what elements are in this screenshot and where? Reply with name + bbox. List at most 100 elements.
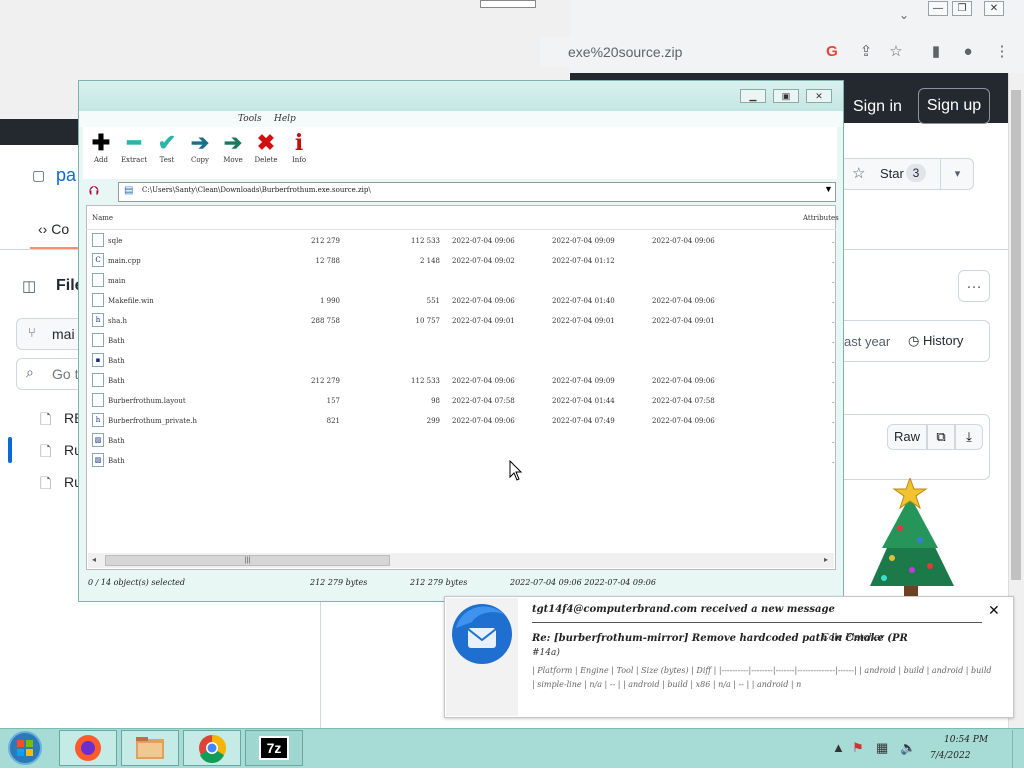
show-hidden-icons-icon[interactable]: ▲ <box>832 740 845 755</box>
picture-file-icon: ▨ <box>92 453 104 467</box>
sidebar-icon[interactable]: ▮ <box>926 42 946 62</box>
attributes-value: . <box>832 337 835 345</box>
menu-icon[interactable]: ⋮ <box>992 42 1012 62</box>
created-date: 2022-07-04 09:09 <box>552 237 615 245</box>
star-bookmark-icon[interactable]: ☆ <box>886 42 906 62</box>
browser-close-button[interactable]: ✕ <box>984 1 1004 16</box>
extract-button[interactable]: ━ Extract <box>119 130 149 164</box>
move-button[interactable]: ➔ Move <box>218 130 248 164</box>
file-row[interactable]: main. <box>90 271 834 291</box>
tab-code[interactable]: ‹› Co <box>38 221 69 237</box>
column-header-attributes[interactable]: Attributes <box>803 214 839 222</box>
attributes-value: . <box>832 357 835 365</box>
notification-close-icon[interactable]: ✕ <box>988 602 1000 619</box>
sevenzip-close-button[interactable]: ✕ <box>806 89 832 103</box>
notification-author: Cole Fletcher <box>822 633 884 643</box>
accessed-date: 2022-07-04 09:01 <box>652 317 715 325</box>
file-row[interactable]: Burberfrothum.layout 157 98 2022-07-04 07:5… <box>90 391 834 411</box>
tab-search-chevron-icon[interactable]: ⌄ <box>897 8 911 22</box>
delete-button[interactable]: ✖ Delete <box>251 130 281 164</box>
column-header-name[interactable]: Name <box>92 214 113 222</box>
created-date: 2022-07-04 01:12 <box>552 257 615 265</box>
accessed-date: 2022-07-04 09:06 <box>652 237 715 245</box>
file-row[interactable]: Cmain.cpp 12 788 2 148 2022-07-04 09:02 2022… <box>90 251 834 271</box>
picture-file-icon: ▨ <box>92 433 104 447</box>
google-icon[interactable]: G <box>822 42 842 62</box>
7zip-icon: 7z <box>259 736 289 760</box>
go-to-file-placeholder: Go t <box>52 366 79 382</box>
sign-in-link[interactable]: Sign in <box>853 98 902 116</box>
share-icon[interactable]: ⇪ <box>856 42 876 62</box>
browser-restore-button[interactable]: ❐ <box>952 1 972 16</box>
start-button[interactable] <box>6 730 44 766</box>
info-button[interactable]: i Info <box>284 130 314 164</box>
sevenzip-maximize-button[interactable]: ▣ <box>773 89 799 103</box>
file-name: Makefile.win <box>108 297 154 305</box>
taskbar-7zip[interactable]: 7z <box>245 730 303 766</box>
page-scroll-thumb[interactable] <box>1011 90 1021 580</box>
taskbar-firefox[interactable] <box>59 730 117 766</box>
file-row[interactable]: ▪ Bath. <box>90 351 834 371</box>
address-text: exe%20source.zip <box>568 44 683 60</box>
modified-date: 2022-07-04 09:02 <box>452 257 515 265</box>
path-dropdown-icon[interactable]: ▼ <box>824 184 833 194</box>
modified-date: 2022-07-04 09:06 <box>452 237 515 245</box>
modified-date: 2022-07-04 09:01 <box>452 317 515 325</box>
browser-minimize-button[interactable]: — <box>928 1 948 16</box>
sevenzip-minimize-button[interactable]: ▁ <box>740 89 766 103</box>
show-desktop-button[interactable] <box>1012 730 1024 768</box>
add-button[interactable]: ✚ Add <box>86 130 116 164</box>
menu-help[interactable]: Help <box>274 114 296 124</box>
action-center-icon[interactable]: ⚑ <box>852 740 864 756</box>
created-date: 2022-07-04 09:09 <box>552 377 615 385</box>
packed-size: 112 533 <box>411 237 440 245</box>
file-size: 212 279 <box>311 237 340 245</box>
scroll-left-icon[interactable]: ◂ <box>92 555 96 564</box>
history-link[interactable]: ◷ History <box>908 333 963 349</box>
more-options-button[interactable]: … <box>958 270 990 302</box>
raw-button[interactable]: Raw <box>887 424 927 450</box>
network-icon[interactable]: ▦ <box>876 740 888 756</box>
repo-name-link[interactable]: pa <box>56 165 76 186</box>
attributes-value: . <box>832 257 835 265</box>
horizontal-scroll-thumb[interactable]: ||| <box>105 555 390 566</box>
sign-up-button[interactable]: Sign up <box>918 88 990 124</box>
branch-selector[interactable] <box>16 318 86 350</box>
menu-tools[interactable]: Tools <box>238 114 262 124</box>
file-name: Bath <box>108 457 125 465</box>
scroll-right-icon[interactable]: ▸ <box>824 555 828 564</box>
sevenzip-titlebar[interactable] <box>79 81 843 111</box>
profile-icon[interactable]: ● <box>958 42 978 62</box>
file-icon: 🗋 <box>40 475 52 491</box>
file-explorer-icon <box>136 737 164 759</box>
code-icon: ‹› <box>38 221 48 237</box>
search-icon: ⌕ <box>26 364 34 380</box>
test-icon: ✔ <box>157 130 177 155</box>
test-button[interactable]: ✔ Test <box>152 130 182 164</box>
file-row[interactable]: Makefile.win 1 990 551 2022-07-04 09:06 2022… <box>90 291 834 311</box>
taskbar-chrome[interactable] <box>183 730 241 766</box>
file-row[interactable]: h Burberfrothum_private.h 821 299 2022-07-04… <box>90 411 834 431</box>
clock-time[interactable]: 10:54 PM <box>944 735 988 745</box>
file-row[interactable]: ▨ Bath. <box>90 451 834 471</box>
taskbar-file-explorer[interactable] <box>121 730 179 766</box>
overlay-window-handle <box>480 0 536 8</box>
copy-button[interactable]: ➔ Copy <box>185 130 215 164</box>
file-row[interactable]: ▨ Bath. <box>90 431 834 451</box>
status-selection: 0 / 14 object(s) selected <box>88 578 186 587</box>
file-row[interactable]: h sha.h 288 758 10 757 2022-07-04 09:01 2022-… <box>90 311 834 331</box>
file-name: sha.h <box>108 317 128 325</box>
file-row[interactable]: sqle 212 279 112 533 2022-07-04 09:06 2022-0… <box>90 231 834 251</box>
star-dropdown-chevron-icon[interactable]: ▾ <box>940 158 974 190</box>
file-row[interactable]: Bath 212 279 112 533 2022-07-04 09:06 2022-0… <box>90 371 834 391</box>
volume-icon[interactable]: 🔈 <box>900 740 916 756</box>
clock-date[interactable]: 7/4/2022 <box>930 751 970 761</box>
file-name: Bath <box>108 357 125 365</box>
extract-icon: ━ <box>127 130 141 155</box>
file-row[interactable]: Bath. <box>90 331 834 351</box>
download-icon[interactable]: ⤓ <box>955 424 983 450</box>
folder-up-icon[interactable]: ⮉ <box>89 183 109 201</box>
collapse-panel-icon[interactable]: ◫ <box>22 277 36 295</box>
file-name: main.cpp <box>108 257 141 265</box>
copy-icon[interactable]: ⧉ <box>927 424 955 450</box>
